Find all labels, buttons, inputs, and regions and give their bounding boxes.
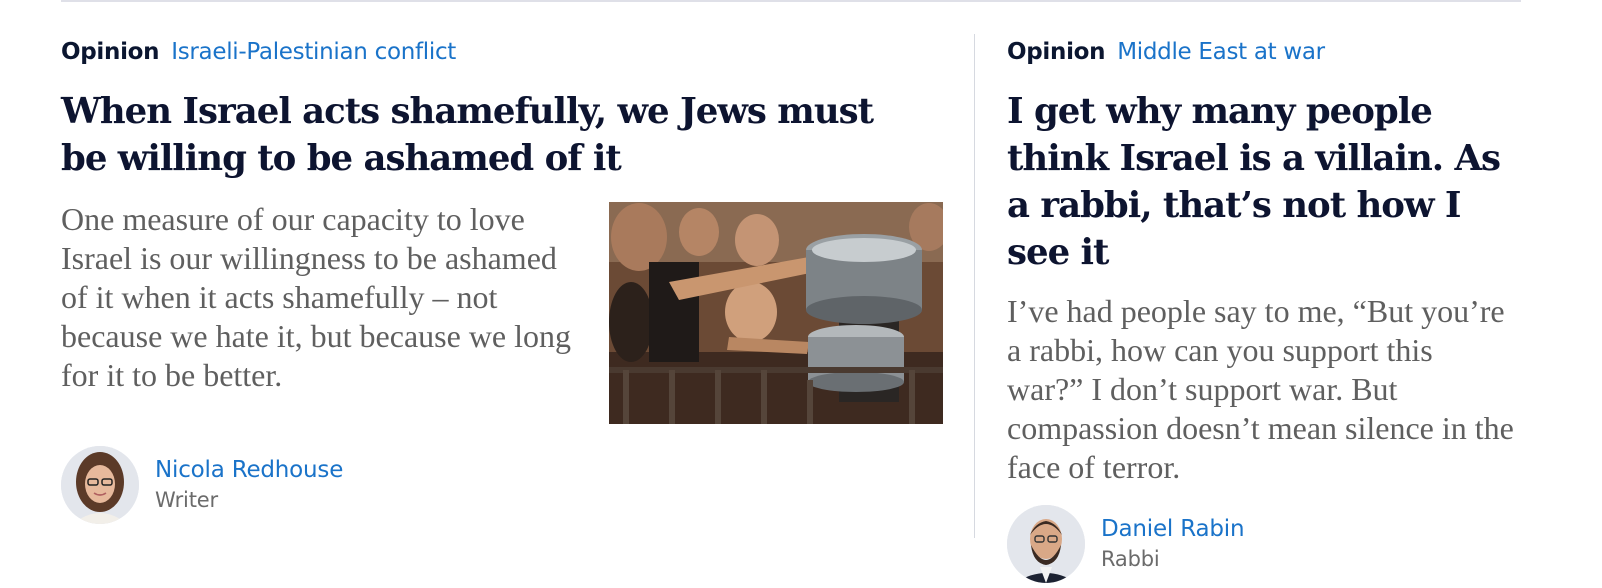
author-avatar[interactable] xyxy=(61,446,139,524)
article-card-left[interactable]: Opinion Israeli-Palestinian conflict When… xyxy=(61,36,943,524)
top-divider xyxy=(61,0,1521,2)
crowd-photo-image xyxy=(609,202,943,424)
section-label[interactable]: Opinion xyxy=(1007,39,1106,65)
article-headline[interactable]: I get why many people think Israel is a … xyxy=(1007,88,1527,276)
article-headline[interactable]: When Israel acts shamefully, we Jews mus… xyxy=(61,88,921,182)
author-name-link[interactable]: Daniel Rabin xyxy=(1101,514,1245,544)
author-avatar[interactable] xyxy=(1007,505,1085,583)
article-thumbnail[interactable] xyxy=(609,202,943,424)
article-card-right[interactable]: Opinion Middle East at war I get why many… xyxy=(1007,36,1527,583)
topic-link[interactable]: Israeli-Palestinian conflict xyxy=(171,39,456,65)
author-portrait-image xyxy=(61,446,139,524)
author-role: Rabbi xyxy=(1101,547,1160,571)
section-label[interactable]: Opinion xyxy=(61,39,160,65)
author-byline: Daniel Rabin Rabbi xyxy=(1007,505,1527,583)
author-byline: Nicola Redhouse Writer xyxy=(61,446,943,524)
article-kicker: Opinion Middle East at war xyxy=(1007,36,1527,68)
article-standfirst: I’ve had people say to me, “But you’re a… xyxy=(1007,293,1514,485)
author-role: Writer xyxy=(155,488,218,512)
article-kicker: Opinion Israeli-Palestinian conflict xyxy=(61,36,943,68)
author-portrait-image xyxy=(1007,505,1085,583)
author-details: Daniel Rabin Rabbi xyxy=(1101,514,1245,574)
topic-link[interactable]: Middle East at war xyxy=(1117,39,1325,65)
column-divider xyxy=(974,34,975,538)
author-details: Nicola Redhouse Writer xyxy=(155,455,343,515)
article-body-row: One measure of our capacity to love Isra… xyxy=(61,200,943,424)
author-name-link[interactable]: Nicola Redhouse xyxy=(155,455,343,485)
article-standfirst: One measure of our capacity to love Isra… xyxy=(61,201,572,393)
